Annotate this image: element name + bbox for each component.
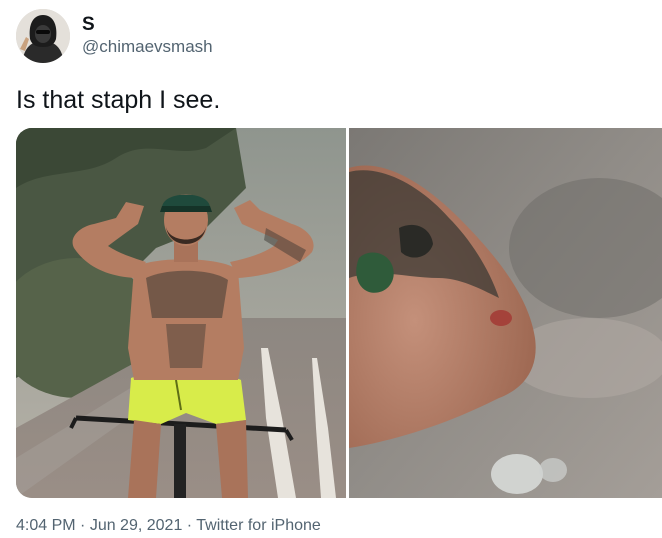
meta-separator-2: ·	[182, 517, 197, 534]
author-names: S @chimaevsmash	[82, 14, 213, 58]
user-handle[interactable]: @chimaevsmash	[82, 36, 213, 58]
meta-separator: ·	[75, 517, 90, 534]
tweet-header: S @chimaevsmash	[16, 8, 213, 64]
flexing-cyclist-photo	[16, 128, 346, 498]
display-name[interactable]: S	[82, 14, 213, 36]
tweet-meta: 4:04 PM · Jun 29, 2021 · Twitter for iPh…	[16, 516, 321, 536]
tweet-source[interactable]: Twitter for iPhone	[196, 517, 321, 534]
hooded-figure-avatar-icon	[16, 9, 70, 63]
tweet: S @chimaevsmash Is that staph I see. 4:0…	[0, 0, 662, 538]
elbow-closeup-photo	[349, 128, 662, 498]
tweet-date[interactable]: Jun 29, 2021	[90, 517, 183, 534]
media-photo-right[interactable]	[349, 128, 662, 498]
media-photo-left[interactable]	[16, 128, 346, 498]
avatar[interactable]	[16, 9, 70, 63]
tweet-text: Is that staph I see.	[16, 86, 221, 114]
tweet-time[interactable]: 4:04 PM	[16, 517, 76, 534]
tweet-media[interactable]	[16, 128, 662, 498]
